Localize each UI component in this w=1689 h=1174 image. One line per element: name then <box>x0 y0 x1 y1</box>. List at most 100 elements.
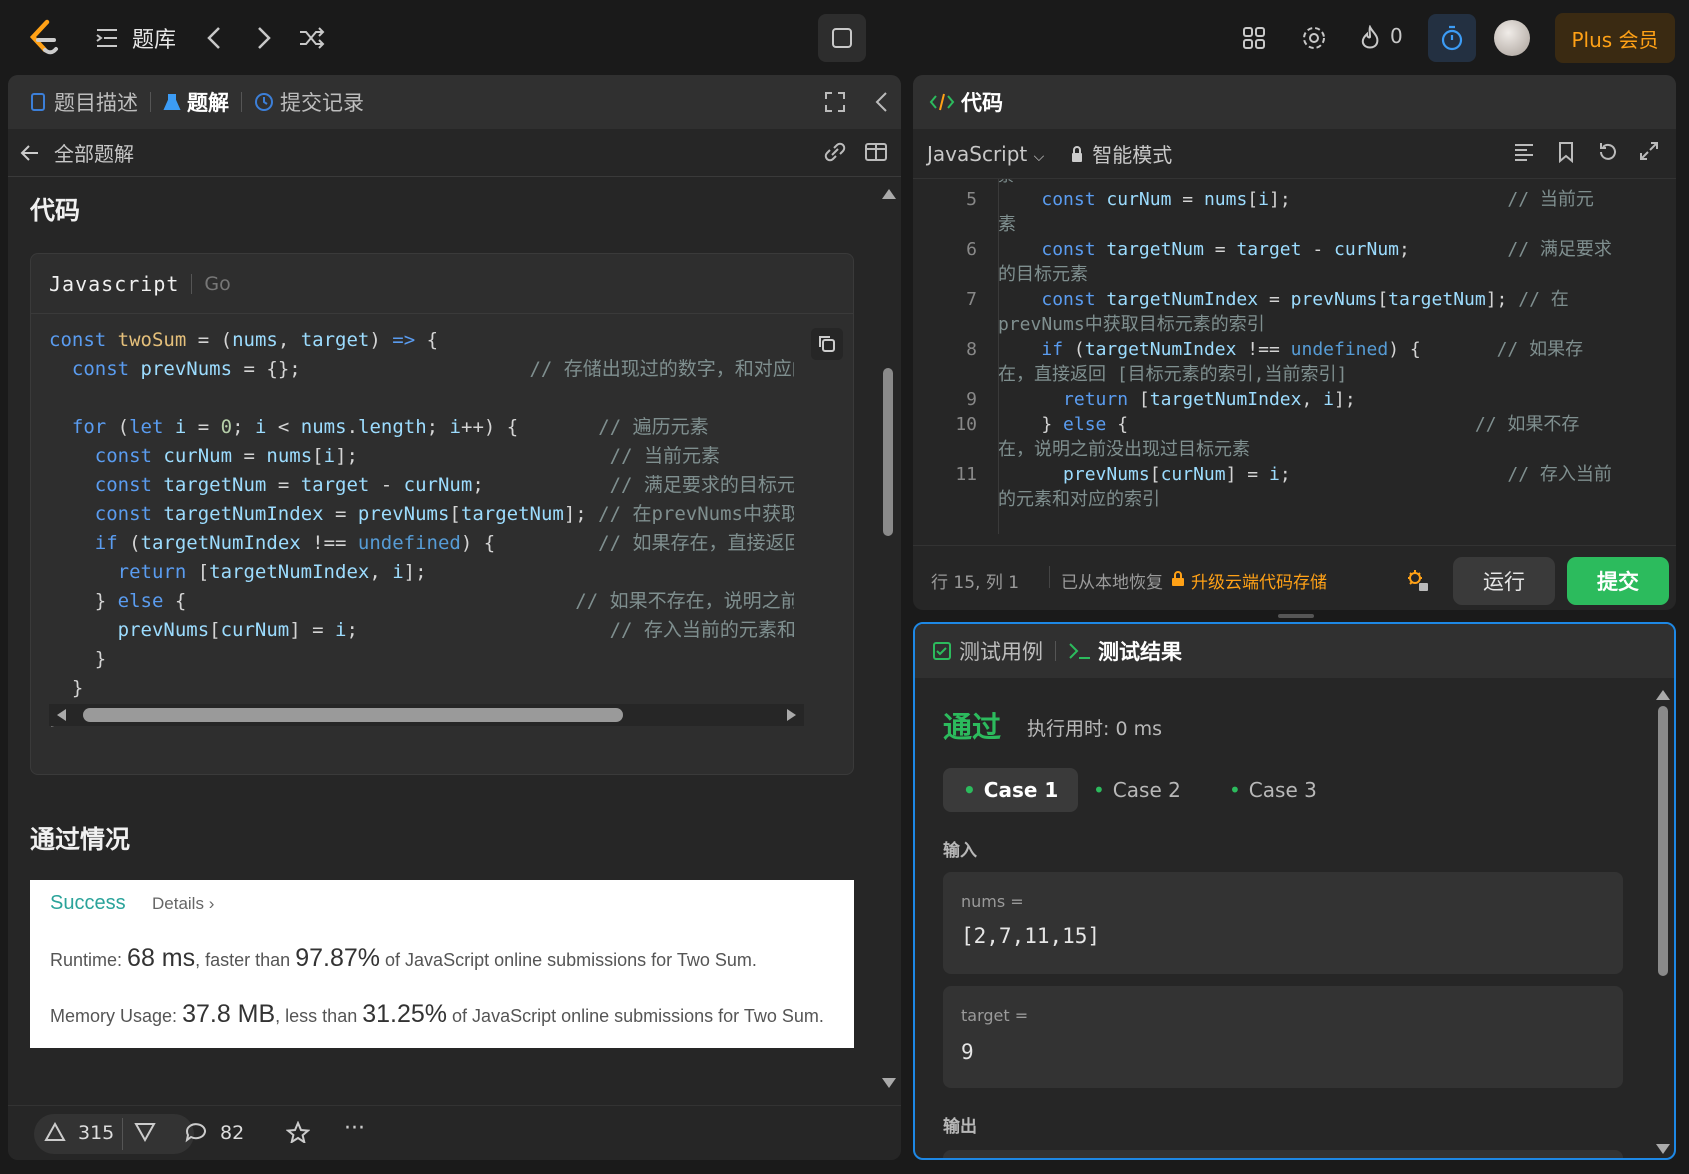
copy-icon[interactable] <box>811 328 843 360</box>
expand-icon[interactable] <box>1639 141 1659 161</box>
tab-test-cases[interactable]: 测试用例 <box>959 636 1043 666</box>
code-panel-header: 代码 <box>913 75 1676 129</box>
collapse-icon[interactable] <box>874 91 888 113</box>
split-view-icon[interactable] <box>864 142 888 162</box>
list-icon[interactable] <box>94 24 120 52</box>
pass-heading: 通过情况 <box>30 825 131 854</box>
target-input-box: target = 9 <box>943 986 1623 1088</box>
nums-input-box: nums = [2,7,11,15] <box>943 872 1623 974</box>
test-tab-bar: 测试用例 测试结果 <box>915 624 1674 678</box>
scroll-right-icon[interactable] <box>787 709 796 721</box>
horizontal-scrollbar[interactable] <box>49 704 804 726</box>
note-icon[interactable] <box>818 14 866 62</box>
shuffle-icon[interactable] <box>298 24 326 52</box>
editor-toolbar: JavaScript ⌵ 智能模式 <box>913 129 1676 179</box>
description-icon <box>30 92 46 112</box>
scroll-thumb[interactable] <box>1658 706 1668 976</box>
scroll-up-icon[interactable] <box>1656 690 1670 700</box>
timer-icon[interactable] <box>1428 14 1476 62</box>
tab-description[interactable]: 题目描述 <box>54 87 138 117</box>
tab-divider <box>150 92 151 112</box>
run-button[interactable]: 运行 <box>1453 557 1555 605</box>
tab-submissions[interactable]: 提交记录 <box>280 87 364 117</box>
code-heading: 代码 <box>30 196 81 225</box>
history-icon <box>254 92 274 112</box>
downvote-icon[interactable] <box>134 1122 156 1142</box>
library-link[interactable]: 题库 <box>132 22 176 54</box>
solution-footer: 315 82 ··· <box>8 1105 901 1160</box>
scroll-left-icon[interactable] <box>57 709 66 721</box>
upvote-icon[interactable] <box>44 1122 66 1142</box>
solution-code: const twoSum = (nums, target) => { const… <box>49 329 794 728</box>
nums-label: nums = <box>961 892 1024 911</box>
star-icon[interactable] <box>286 1121 310 1143</box>
reset-icon[interactable] <box>1597 141 1619 163</box>
fullscreen-icon[interactable] <box>824 91 846 113</box>
link-icon[interactable] <box>822 142 848 162</box>
code-block: Javascript Go const twoSum = (nums, targ… <box>30 253 854 775</box>
streak-count: 0 <box>1390 24 1403 48</box>
tab-divider <box>1055 641 1056 661</box>
test-scrollbar[interactable] <box>1655 688 1671 1158</box>
case-2-tab[interactable]: • Case 2 <box>1073 768 1201 812</box>
verdict: 通过 <box>943 710 1002 744</box>
target-label: target = <box>961 1006 1029 1025</box>
submit-button[interactable]: 提交 <box>1567 557 1669 605</box>
bookmark-icon[interactable] <box>1557 141 1575 163</box>
terminal-icon <box>1068 641 1092 661</box>
input-label: 输入 <box>943 841 977 861</box>
editor-footer: 行 15, 列 1 已从本地恢复 升级云端代码存储 <box>913 545 1676 610</box>
all-solutions-link[interactable]: 全部题解 <box>54 138 134 167</box>
vertical-scrollbar[interactable] <box>880 185 896 1090</box>
lang-tab-go[interactable]: Go <box>204 273 230 295</box>
leetcode-logo-icon[interactable] <box>22 16 66 60</box>
details-link[interactable]: Details › <box>152 894 214 914</box>
runtime-line: Runtime: 68 ms, faster than 97.87% of Ja… <box>50 944 757 972</box>
grid-icon[interactable] <box>1240 24 1268 52</box>
result-card: Success Details › Runtime: 68 ms, faster… <box>30 880 854 1048</box>
memory-line: Memory Usage: 37.8 MB, less than 31.25% … <box>50 1000 824 1028</box>
target-value: 9 <box>961 1040 974 1064</box>
language-select[interactable]: JavaScript ⌵ <box>927 142 1044 166</box>
case-1-tab[interactable]: • Case 1 <box>943 768 1079 812</box>
test-panel: 测试用例 测试结果 通过 执行用时: 0 ms • Case 1 • Case 2 … <box>913 622 1676 1160</box>
lang-divider <box>191 273 193 294</box>
more-icon[interactable]: ··· <box>344 1116 365 1141</box>
flask-icon <box>163 92 181 112</box>
code-panel-title: 代码 <box>961 91 1003 115</box>
code-brackets-icon <box>929 92 955 112</box>
debug-icon[interactable] <box>1405 568 1429 592</box>
scroll-down-icon[interactable] <box>882 1078 896 1088</box>
tab-test-result[interactable]: 测试结果 <box>1098 636 1182 666</box>
tab-solution[interactable]: 题解 <box>187 87 229 117</box>
scroll-up-icon[interactable] <box>882 189 896 199</box>
upgrade-storage-link[interactable]: 升级云端代码存储 <box>1191 568 1327 593</box>
comment-icon[interactable] <box>184 1121 208 1143</box>
format-icon[interactable] <box>1513 142 1535 162</box>
checkbox-icon <box>933 642 951 660</box>
exec-time: 执行用时: 0 ms <box>1027 718 1162 740</box>
left-tab-bar: 题目描述 题解 提交记录 <box>8 75 901 129</box>
output-label: 输出 <box>943 1117 977 1137</box>
chevron-down-icon: ⌵ <box>1033 148 1045 165</box>
lang-tab-javascript[interactable]: Javascript <box>49 272 179 296</box>
solution-header: 全部题解 <box>8 129 901 177</box>
smart-mode[interactable]: 智能模式 <box>1092 139 1172 168</box>
code-panel: 代码 JavaScript ⌵ 智能模式 素 5 const curNum = … <box>913 75 1676 610</box>
code-editor[interactable]: 素 5 const curNum = nums[i]; // 当前元 素 6 c… <box>913 179 1676 534</box>
resize-handle[interactable] <box>1278 614 1314 618</box>
plus-membership-button[interactable]: Plus 会员 <box>1555 13 1675 63</box>
next-problem-icon[interactable] <box>252 24 276 52</box>
prev-problem-icon[interactable] <box>202 24 226 52</box>
like-count: 315 <box>78 1122 115 1144</box>
scroll-thumb[interactable] <box>83 708 623 722</box>
avatar[interactable] <box>1494 20 1530 56</box>
lock-icon <box>1171 571 1185 587</box>
output-box <box>943 1150 1623 1158</box>
streak-flame-icon[interactable] <box>1358 24 1382 52</box>
case-3-tab[interactable]: • Case 3 <box>1209 768 1337 812</box>
scroll-thumb[interactable] <box>883 368 893 536</box>
settings-gear-icon[interactable] <box>1300 24 1328 52</box>
scroll-down-icon[interactable] <box>1656 1144 1670 1154</box>
back-arrow-icon[interactable] <box>20 144 40 162</box>
